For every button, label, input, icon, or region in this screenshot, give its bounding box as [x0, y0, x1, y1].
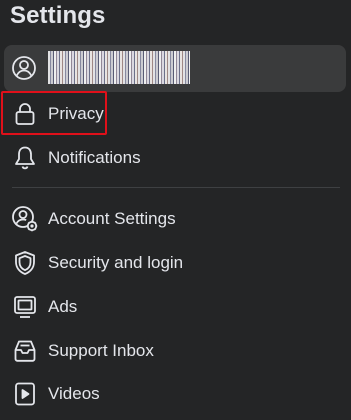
- user-gear-icon: [11, 205, 39, 233]
- monitor-icon: [11, 293, 39, 321]
- menu-item-label: Ads: [48, 297, 78, 316]
- menu-item-label: Videos: [48, 384, 100, 403]
- menu-item-videos[interactable]: Videos: [4, 373, 346, 415]
- menu-item-label: Account Settings: [48, 209, 176, 228]
- bell-icon: [11, 144, 39, 172]
- menu-item-support-inbox[interactable]: Support Inbox: [4, 330, 346, 372]
- user-circle-icon: [10, 54, 38, 82]
- menu-item-label: Support Inbox: [48, 341, 154, 360]
- redacted-profile-name: [48, 51, 190, 84]
- section-divider: [12, 187, 340, 188]
- profile-row[interactable]: [4, 45, 346, 92]
- menu-item-label: Notifications: [48, 148, 141, 167]
- menu-item-security-and-login[interactable]: Security and login: [4, 242, 346, 284]
- menu-item-account-settings[interactable]: Account Settings: [4, 198, 346, 240]
- menu-item-notifications[interactable]: Notifications: [4, 137, 346, 179]
- shield-icon: [11, 249, 39, 277]
- menu-item-privacy[interactable]: Privacy: [4, 93, 346, 135]
- menu-item-label: Privacy: [48, 104, 104, 123]
- inbox-icon: [11, 337, 39, 365]
- page-title: Settings: [10, 2, 106, 29]
- menu-item-label: Security and login: [48, 253, 184, 272]
- video-icon: [11, 380, 39, 408]
- menu-item-ads[interactable]: Ads: [4, 286, 346, 328]
- lock-icon: [11, 100, 39, 128]
